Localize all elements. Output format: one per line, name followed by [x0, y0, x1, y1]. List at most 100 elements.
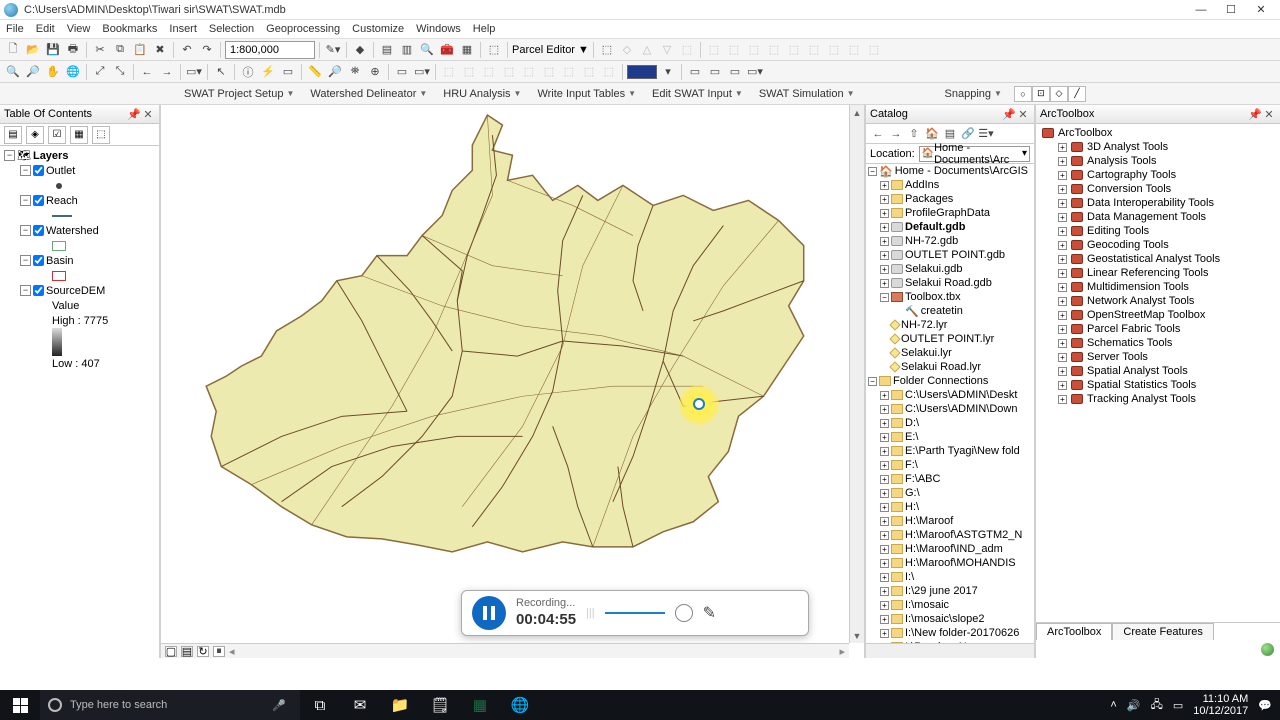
catalog-item[interactable]: H:\Maroof\IND_adm	[905, 543, 1003, 555]
write-input-tables[interactable]: Write Input Tables▼	[531, 88, 642, 100]
maximize-button[interactable]: ☐	[1216, 1, 1246, 19]
refresh-icon[interactable]: ↻	[197, 646, 209, 657]
catalog-tree[interactable]: −🏠Home - Documents\ArcGIS +AddIns +Packa…	[866, 164, 1034, 643]
swat-project-setup[interactable]: SWAT Project Setup▼	[178, 88, 300, 100]
catalog-item[interactable]: I:\mosaic\slope2	[905, 613, 984, 625]
open-icon[interactable]: 📂	[24, 41, 42, 59]
expand-icon[interactable]: +	[880, 223, 889, 232]
toolbox-item[interactable]: Analysis Tools	[1087, 155, 1157, 167]
volume-icon[interactable]: 🔊	[1127, 699, 1141, 712]
list-by-visibility-icon[interactable]: ☑	[48, 126, 66, 144]
menu-view[interactable]: View	[67, 23, 91, 35]
delete-icon[interactable]: ✖	[151, 41, 169, 59]
catalog-item[interactable]: F:\ABC	[905, 473, 940, 485]
toolbox-item[interactable]: Parcel Fabric Tools	[1087, 323, 1180, 335]
expand-icon[interactable]: +	[880, 419, 889, 428]
toolbox-item[interactable]: 3D Analyst Tools	[1087, 141, 1168, 153]
layer-watershed[interactable]: Watershed	[46, 225, 99, 237]
model-icon[interactable]: ⬚	[485, 41, 503, 59]
list-by-drawing-icon[interactable]: ▤	[4, 126, 22, 144]
find-route-icon[interactable]: ⛯	[346, 63, 364, 81]
toolbox-item[interactable]: Data Interoperability Tools	[1087, 197, 1214, 209]
mail-icon[interactable]: ✉	[340, 690, 380, 720]
toc-close-icon[interactable]: ✕	[141, 108, 155, 121]
pause-draw-icon[interactable]: ⏸	[213, 646, 225, 657]
catalog-item[interactable]: G:\	[905, 487, 920, 499]
arctoolbox-tree[interactable]: ArcToolbox +3D Analyst Tools +Analysis T…	[1036, 124, 1280, 622]
expand-icon[interactable]: −	[20, 195, 31, 206]
hyperlink-icon[interactable]: ⚡	[259, 63, 277, 81]
menu-windows[interactable]: Windows	[416, 23, 461, 35]
select-features-icon[interactable]: ▭▾	[185, 63, 203, 81]
zoom-in-icon[interactable]: 🔍	[4, 63, 22, 81]
toc-icon[interactable]: ▤	[378, 41, 396, 59]
pe-btn-8[interactable]: ⬚	[745, 41, 763, 59]
notifications-icon[interactable]: 💬	[1258, 699, 1272, 712]
layer-basin[interactable]: Basin	[46, 255, 74, 267]
pe-btn-5[interactable]: ⬚	[678, 41, 696, 59]
catalog-item[interactable]: H:\	[905, 501, 919, 513]
location-dropdown[interactable]: 🏠 Home - Documents\Arc ▾	[919, 146, 1030, 162]
options-icon[interactable]: ⬚	[92, 126, 110, 144]
folder-connections[interactable]: Folder Connections	[893, 375, 988, 387]
expand-icon[interactable]: +	[880, 251, 889, 260]
redo-icon[interactable]: ↷	[198, 41, 216, 59]
h3-icon[interactable]: ▭	[726, 63, 744, 81]
catalog-item[interactable]: I:\29 june 2017	[905, 585, 978, 597]
toolbox-item[interactable]: Conversion Tools	[1087, 183, 1171, 195]
list-by-selection-icon[interactable]: ▦	[70, 126, 88, 144]
toolbox-item[interactable]: Multidimension Tools	[1087, 281, 1189, 293]
cat-home-icon[interactable]: 🏠	[924, 126, 940, 142]
g6-icon[interactable]: ⬚	[540, 63, 558, 81]
layer-checkbox[interactable]	[33, 285, 44, 296]
expand-icon[interactable]: +	[880, 447, 889, 456]
catalog-horizontal-scrollbar[interactable]	[866, 643, 1034, 658]
g8-icon[interactable]: ⬚	[580, 63, 598, 81]
h2-icon[interactable]: ▭	[706, 63, 724, 81]
forward-extent-icon[interactable]: →	[158, 63, 176, 81]
map-vertical-scrollbar[interactable]: ▲ ▼	[849, 105, 864, 643]
pe-btn-10[interactable]: ⬚	[785, 41, 803, 59]
catalog-item[interactable]: NH-72.gdb	[905, 235, 958, 247]
expand-icon[interactable]: +	[880, 573, 889, 582]
toolbox-item[interactable]: Network Analyst Tools	[1087, 295, 1194, 307]
catalog-close-icon[interactable]: ✕	[1016, 108, 1030, 121]
expand-icon[interactable]: +	[880, 391, 889, 400]
menu-selection[interactable]: Selection	[209, 23, 254, 35]
expand-icon[interactable]: −	[868, 167, 877, 176]
catalog-root[interactable]: Home - Documents\ArcGIS	[895, 165, 1028, 177]
expand-icon[interactable]: −	[20, 165, 31, 176]
snap-edge-icon[interactable]: ╱	[1068, 86, 1086, 102]
fixed-zoom-out-icon[interactable]: ⤡	[111, 63, 129, 81]
start-button[interactable]	[0, 690, 40, 720]
layer-checkbox[interactable]	[33, 165, 44, 176]
notepad-icon[interactable]: 🗒	[420, 690, 460, 720]
arctoolbox-root[interactable]: ArcToolbox	[1058, 127, 1112, 139]
fixed-zoom-in-icon[interactable]: ⤢	[91, 63, 109, 81]
expand-icon[interactable]: +	[880, 475, 889, 484]
catalog-item[interactable]: Selakui.gdb	[905, 263, 963, 275]
catalog-item[interactable]: createtin	[921, 305, 963, 317]
expand-icon[interactable]: +	[880, 503, 889, 512]
expand-icon[interactable]: +	[880, 545, 889, 554]
pe-btn-12[interactable]: ⬚	[825, 41, 843, 59]
cat-up-icon[interactable]: ⇧	[906, 126, 922, 142]
pe-btn-4[interactable]: ▽	[658, 41, 676, 59]
back-extent-icon[interactable]: ←	[138, 63, 156, 81]
print-icon[interactable]: 🖶	[64, 41, 82, 59]
pe-btn-11[interactable]: ⬚	[805, 41, 823, 59]
html-popup-icon[interactable]: ▭	[279, 63, 297, 81]
h4-icon[interactable]: ▭▾	[746, 63, 764, 81]
g1-icon[interactable]: ⬚	[440, 63, 458, 81]
create-viewer-icon[interactable]: ▭▾	[413, 63, 431, 81]
pause-button[interactable]	[472, 596, 506, 630]
layer-checkbox[interactable]	[33, 225, 44, 236]
catalog-item[interactable]: NH-72.lyr	[901, 319, 947, 331]
menu-file[interactable]: File	[6, 23, 24, 35]
g5-icon[interactable]: ⬚	[520, 63, 538, 81]
map-view[interactable]: Recording... 00:04:55 ||| ✎ ▲ ▼ ▢ ▤ ↻ ⏸ …	[161, 105, 866, 658]
pe-btn-6[interactable]: ⬚	[705, 41, 723, 59]
catalog-item[interactable]: Selakui Road.lyr	[901, 361, 981, 373]
layer-reach[interactable]: Reach	[46, 195, 78, 207]
task-view-icon[interactable]: ⧉	[300, 690, 340, 720]
